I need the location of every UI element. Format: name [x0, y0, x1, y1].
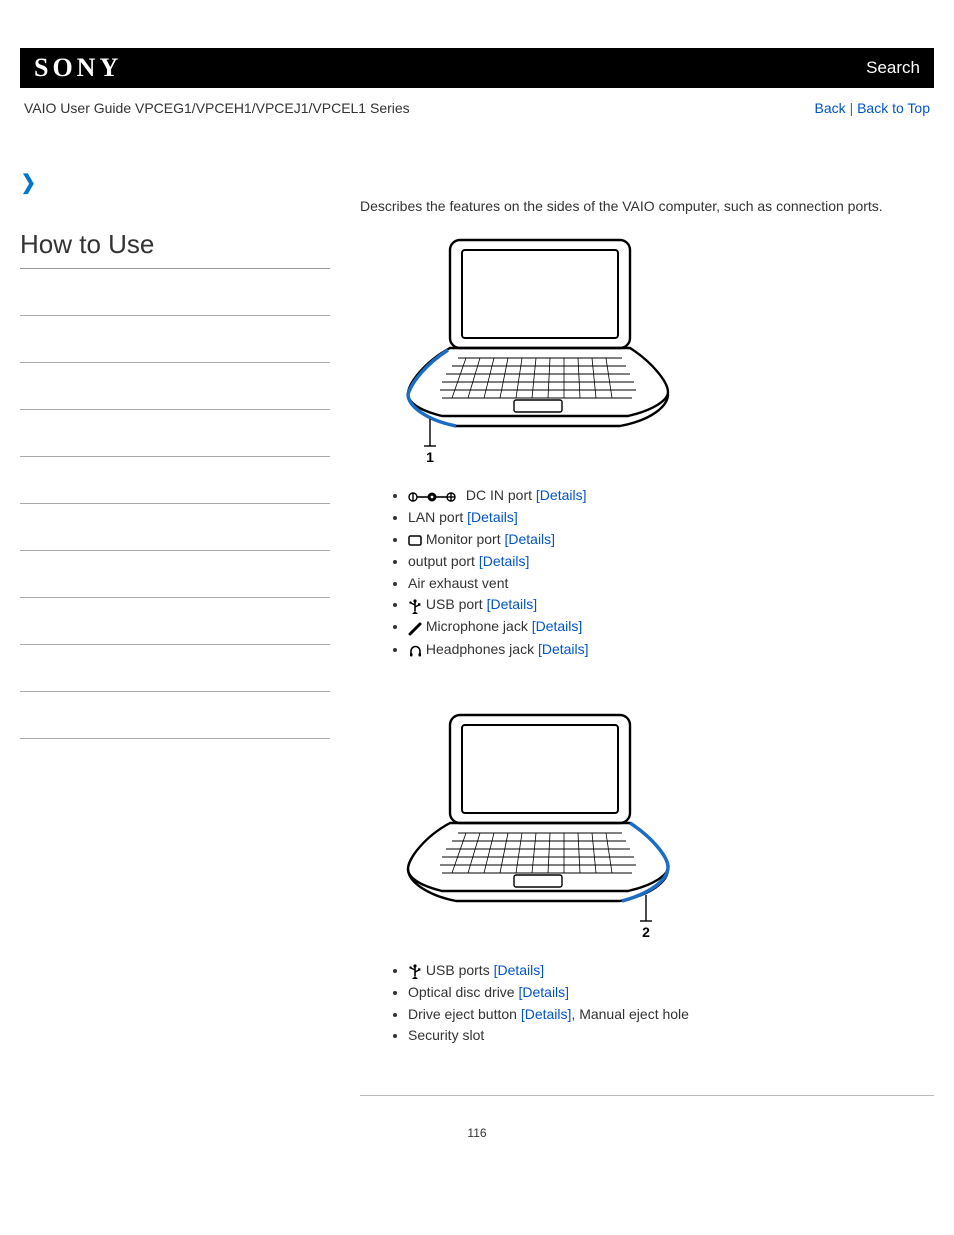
port-label: output port	[408, 553, 479, 569]
sidebar: ❯ How to Use	[20, 170, 330, 1096]
usb-icon	[408, 595, 422, 617]
port-item: Microphone jack [Details]	[408, 616, 934, 638]
laptop-figure-2: 2	[396, 709, 934, 942]
end-divider	[360, 1095, 934, 1096]
port-label: Security slot	[408, 1027, 484, 1043]
headphones-icon	[408, 639, 422, 661]
search-link[interactable]: Search	[866, 58, 920, 78]
sidebar-item[interactable]	[20, 362, 330, 363]
port-label: Optical disc drive	[408, 984, 518, 1000]
guide-title: VAIO User Guide VPCEG1/VPCEH1/VPCEJ1/VPC…	[24, 100, 410, 116]
port-label: DC IN port	[462, 487, 536, 503]
sidebar-item[interactable]	[20, 691, 330, 692]
intro-text: Describes the features on the sides of t…	[360, 198, 934, 214]
details-link[interactable]: [Details]	[521, 1006, 572, 1022]
port-label: Drive eject button	[408, 1006, 521, 1022]
port-label: Air exhaust vent	[408, 575, 508, 591]
port-item: DC IN port [Details]	[408, 485, 934, 507]
details-link[interactable]: [Details]	[536, 487, 587, 503]
sidebar-item[interactable]	[20, 597, 330, 598]
callout-2: 2	[642, 924, 650, 939]
sidebar-item[interactable]	[20, 644, 330, 645]
port-label: Headphones jack	[422, 641, 538, 657]
dc-in-icon	[408, 485, 462, 507]
back-link[interactable]: Back	[815, 100, 846, 116]
sidebar-item[interactable]	[20, 315, 330, 316]
port-label: Monitor port	[422, 531, 504, 547]
details-link[interactable]: [Details]	[518, 984, 569, 1000]
sidebar-heading: How to Use	[20, 229, 330, 260]
ports-list-2: USB ports [Details]Optical disc drive [D…	[360, 960, 934, 1047]
sidebar-item[interactable]	[20, 503, 330, 504]
port-label: LAN port	[408, 509, 467, 525]
laptop-figure-1: 1	[396, 234, 934, 467]
top-nav-links: Back | Back to Top	[815, 100, 930, 116]
details-link[interactable]: [Details]	[504, 531, 555, 547]
monitor-icon	[408, 529, 422, 551]
port-label: USB port	[422, 596, 487, 612]
sidebar-item[interactable]	[20, 738, 330, 739]
back-to-top-link[interactable]: Back to Top	[857, 100, 930, 116]
brand-logo: SONY	[34, 53, 122, 83]
details-link[interactable]: [Details]	[479, 553, 530, 569]
sidebar-item[interactable]	[20, 409, 330, 410]
port-suffix: , Manual eject hole	[571, 1006, 689, 1022]
port-item: USB ports [Details]	[408, 960, 934, 982]
port-item: Air exhaust vent	[408, 573, 934, 595]
port-item: Optical disc drive [Details]	[408, 982, 934, 1004]
details-link[interactable]: [Details]	[494, 962, 545, 978]
ports-list-1: DC IN port [Details]LAN port [Details] M…	[360, 485, 934, 661]
callout-1: 1	[426, 449, 434, 464]
port-label: USB ports	[422, 962, 494, 978]
details-link[interactable]: [Details]	[538, 641, 589, 657]
details-link[interactable]: [Details]	[487, 596, 538, 612]
details-link[interactable]: [Details]	[532, 618, 583, 634]
port-item: LAN port [Details]	[408, 507, 934, 529]
chevron-icon: ❯	[21, 170, 36, 195]
sidebar-item[interactable]	[20, 456, 330, 457]
mic-icon	[408, 617, 422, 639]
port-item: USB port [Details]	[408, 594, 934, 616]
port-item: Headphones jack [Details]	[408, 639, 934, 661]
port-item: Security slot	[408, 1025, 934, 1047]
port-item: Monitor port [Details]	[408, 529, 934, 551]
header-bar: SONY Search	[20, 48, 934, 88]
page-number: 116	[20, 1126, 934, 1140]
port-label: Microphone jack	[422, 618, 532, 634]
port-item: output port [Details]	[408, 551, 934, 573]
port-item: Drive eject button [Details], Manual eje…	[408, 1004, 934, 1026]
usb-icon	[408, 960, 422, 982]
details-link[interactable]: [Details]	[467, 509, 518, 525]
sidebar-item[interactable]	[20, 550, 330, 551]
main-content: Describes the features on the sides of t…	[360, 170, 934, 1096]
